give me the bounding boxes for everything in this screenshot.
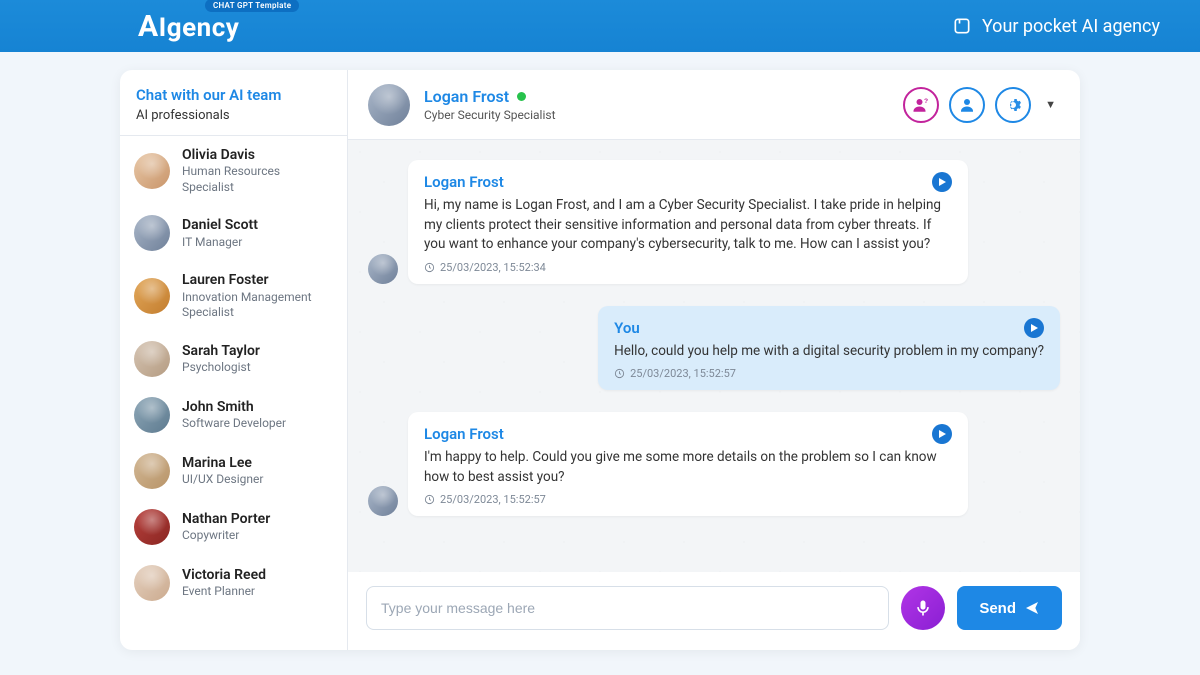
avatar bbox=[134, 453, 170, 489]
message-sender: Logan Frost bbox=[424, 425, 504, 443]
clock-icon bbox=[424, 494, 435, 505]
avatar bbox=[134, 565, 170, 601]
contact-role: Copywriter bbox=[182, 528, 270, 544]
person-alert-button[interactable]: ? bbox=[903, 87, 939, 123]
chat-partner-role: Cyber Security Specialist bbox=[424, 108, 889, 122]
send-label: Send bbox=[979, 600, 1016, 617]
contact-item[interactable]: Daniel Scott IT Manager bbox=[120, 205, 347, 261]
sidebar: Chat with our AI team AI professionals O… bbox=[120, 70, 348, 650]
svg-text:?: ? bbox=[924, 97, 928, 104]
message-bubble: Logan Frost Hi, my name is Logan Frost, … bbox=[408, 160, 968, 284]
contact-role: Innovation Management Specialist bbox=[182, 290, 333, 321]
send-icon bbox=[1024, 600, 1040, 616]
message-avatar bbox=[368, 486, 398, 516]
chat-partner-name: Logan Frost bbox=[424, 87, 509, 106]
message-input[interactable] bbox=[366, 586, 889, 630]
play-audio-button[interactable] bbox=[932, 172, 952, 192]
contact-role: IT Manager bbox=[182, 235, 258, 251]
tagline: Your pocket AI agency bbox=[952, 16, 1160, 37]
contact-item[interactable]: John Smith Software Developer bbox=[120, 387, 347, 443]
widget-icon bbox=[952, 16, 972, 36]
play-icon bbox=[937, 429, 947, 439]
send-button[interactable]: Send bbox=[957, 586, 1062, 630]
message-avatar bbox=[368, 254, 398, 284]
contact-name: Nathan Porter bbox=[182, 510, 270, 528]
contact-name: John Smith bbox=[182, 398, 286, 416]
tagline-text: Your pocket AI agency bbox=[982, 16, 1160, 37]
header-actions: ? ▼ bbox=[903, 87, 1060, 123]
message-row: You Hello, could you help me with a digi… bbox=[368, 306, 1060, 391]
app-container: Chat with our AI team AI professionals O… bbox=[120, 70, 1080, 650]
message-bubble: You Hello, could you help me with a digi… bbox=[598, 306, 1060, 391]
settings-button[interactable] bbox=[995, 87, 1031, 123]
message-bubble: Logan Frost I'm happy to help. Could you… bbox=[408, 412, 968, 516]
chat-body[interactable]: Logan Frost Hi, my name is Logan Frost, … bbox=[348, 140, 1080, 572]
avatar bbox=[134, 215, 170, 251]
settings-dropdown-caret[interactable]: ▼ bbox=[1041, 98, 1060, 111]
chat-header: Logan Frost Cyber Security Specialist ? … bbox=[348, 70, 1080, 140]
contact-role: Psychologist bbox=[182, 360, 260, 376]
contact-item[interactable]: Marina Lee UI/UX Designer bbox=[120, 443, 347, 499]
message-row: Logan Frost Hi, my name is Logan Frost, … bbox=[368, 160, 1060, 284]
contact-name: Marina Lee bbox=[182, 454, 263, 472]
person-icon bbox=[958, 96, 976, 114]
avatar bbox=[134, 509, 170, 545]
contact-list[interactable]: Olivia Davis Human Resources Specialist … bbox=[120, 136, 347, 650]
contact-role: Event Planner bbox=[182, 584, 266, 600]
contact-item[interactable]: Lauren Foster Innovation Management Spec… bbox=[120, 261, 347, 330]
message-text: Hi, my name is Logan Frost, and I am a C… bbox=[424, 196, 952, 255]
avatar bbox=[134, 153, 170, 189]
status-online-icon bbox=[517, 92, 526, 101]
logo[interactable]: AIgency CHAT GPT Template bbox=[138, 9, 239, 44]
contact-name: Lauren Foster bbox=[182, 271, 333, 289]
play-icon bbox=[937, 177, 947, 187]
contact-name: Daniel Scott bbox=[182, 216, 258, 234]
message-row: Logan Frost I'm happy to help. Could you… bbox=[368, 412, 1060, 516]
avatar bbox=[134, 341, 170, 377]
contact-item[interactable]: Sarah Taylor Psychologist bbox=[120, 331, 347, 387]
contact-role: UI/UX Designer bbox=[182, 472, 263, 488]
message-text: I'm happy to help. Could you give me som… bbox=[424, 448, 952, 487]
logo-text: AIgency bbox=[138, 9, 239, 44]
contact-name: Sarah Taylor bbox=[182, 342, 260, 360]
message-sender: Logan Frost bbox=[424, 173, 504, 191]
contact-name: Olivia Davis bbox=[182, 146, 333, 164]
sidebar-header: Chat with our AI team AI professionals bbox=[120, 70, 347, 136]
message-sender: You bbox=[614, 319, 640, 337]
play-audio-button[interactable] bbox=[1024, 318, 1044, 338]
message-timestamp: 25/03/2023, 15:52:57 bbox=[614, 367, 1044, 380]
clock-icon bbox=[424, 262, 435, 273]
chat-pane: Logan Frost Cyber Security Specialist ? … bbox=[348, 70, 1080, 650]
play-audio-button[interactable] bbox=[932, 424, 952, 444]
contact-item[interactable]: Nathan Porter Copywriter bbox=[120, 499, 347, 555]
contact-name: Victoria Reed bbox=[182, 566, 266, 584]
microphone-icon bbox=[913, 598, 933, 618]
avatar bbox=[134, 397, 170, 433]
contact-role: Human Resources Specialist bbox=[182, 164, 333, 195]
logo-badge: CHAT GPT Template bbox=[205, 0, 299, 12]
contact-role: Software Developer bbox=[182, 416, 286, 432]
voice-input-button[interactable] bbox=[901, 586, 945, 630]
top-banner: AIgency CHAT GPT Template Your pocket AI… bbox=[0, 0, 1200, 52]
message-timestamp: 25/03/2023, 15:52:57 bbox=[424, 493, 952, 506]
message-text: Hello, could you help me with a digital … bbox=[614, 342, 1044, 362]
chat-input-bar: Send bbox=[348, 572, 1080, 650]
message-timestamp: 25/03/2023, 15:52:34 bbox=[424, 261, 952, 274]
avatar bbox=[134, 278, 170, 314]
gear-icon bbox=[1004, 96, 1022, 114]
person-alert-icon: ? bbox=[912, 96, 930, 114]
partner-avatar[interactable] bbox=[368, 84, 410, 126]
sidebar-subtitle: AI professionals bbox=[136, 108, 331, 123]
clock-icon bbox=[614, 368, 625, 379]
contact-item[interactable]: Victoria Reed Event Planner bbox=[120, 555, 347, 611]
profile-button[interactable] bbox=[949, 87, 985, 123]
sidebar-title: Chat with our AI team bbox=[136, 86, 331, 104]
contact-item[interactable]: Olivia Davis Human Resources Specialist bbox=[120, 136, 347, 205]
play-icon bbox=[1029, 323, 1039, 333]
